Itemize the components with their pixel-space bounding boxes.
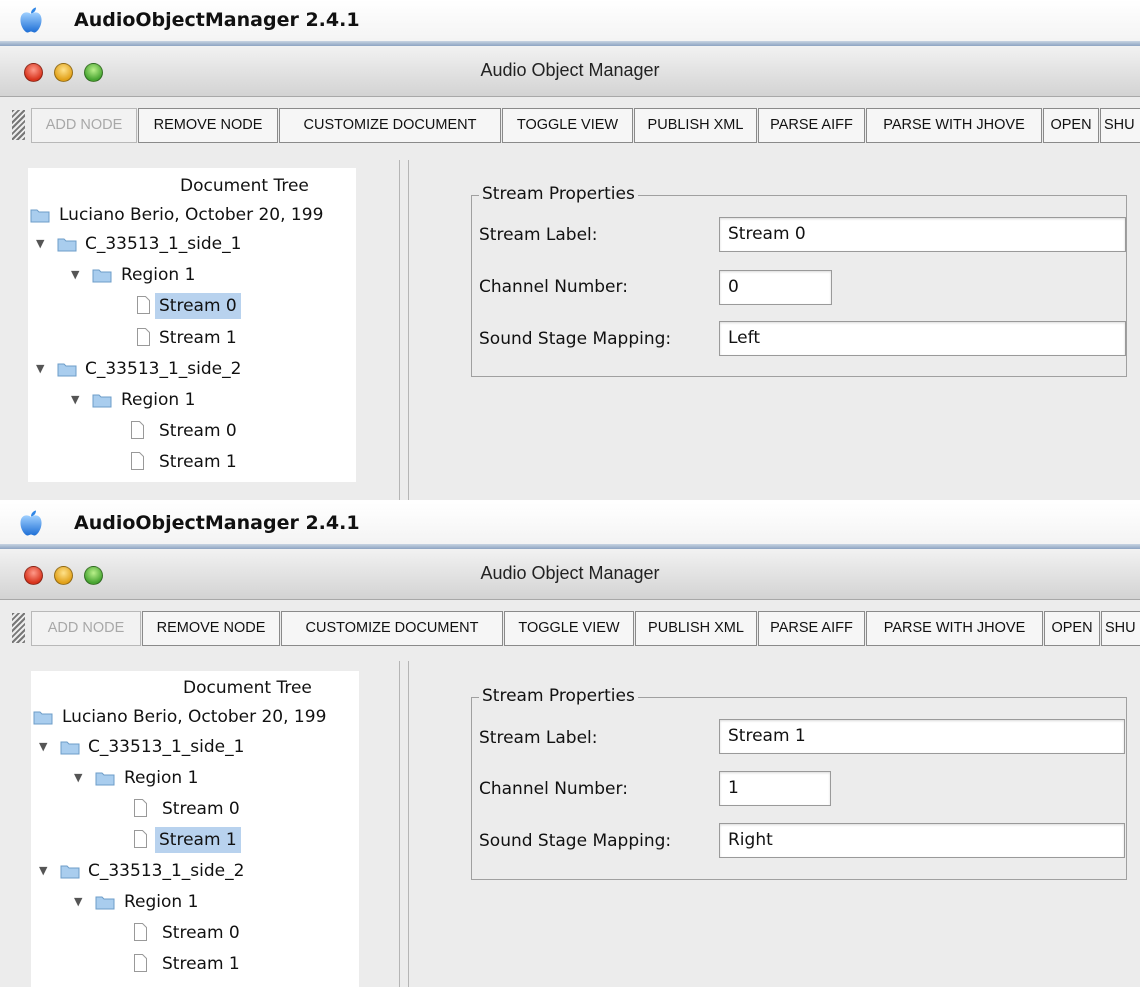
- document-icon: [137, 296, 150, 314]
- remove-node-button[interactable]: REMOVE NODE: [138, 108, 278, 143]
- tree-node-label: Stream 1: [159, 328, 237, 348]
- tree-node-label: Region 1: [121, 265, 196, 285]
- remove-node-button[interactable]: REMOVE NODE: [142, 611, 280, 646]
- split-pane-divider[interactable]: [399, 661, 409, 987]
- window-title-bar[interactable]: Audio Object Manager: [0, 46, 1140, 97]
- toolbar: ADD NODE REMOVE NODE CUSTOMIZE DOCUMENT …: [0, 97, 1140, 155]
- open-button[interactable]: OPEN: [1043, 108, 1099, 143]
- document-icon: [134, 923, 147, 941]
- folder-icon: [57, 238, 77, 252]
- folder-icon: [95, 772, 115, 786]
- folder-icon: [60, 865, 80, 879]
- folder-icon: [92, 269, 112, 283]
- tree-node-label: Stream 1: [162, 954, 240, 974]
- disclosure-triangle-icon[interactable]: ▼: [39, 858, 47, 884]
- shutdown-button[interactable]: SHU: [1101, 611, 1140, 646]
- disclosure-triangle-icon[interactable]: ▼: [36, 356, 44, 382]
- customize-document-button[interactable]: CUSTOMIZE DOCUMENT: [279, 108, 501, 143]
- shutdown-button[interactable]: SHU: [1100, 108, 1140, 143]
- menu-bar: AudioObjectManager 2.4.1: [0, 0, 1140, 46]
- tree-node-label: Stream 0: [159, 421, 237, 441]
- folder-icon: [60, 741, 80, 755]
- tree-node-label: C_33513_1_side_2: [88, 861, 245, 881]
- folder-icon: [92, 394, 112, 408]
- document-tree-heading: Document Tree: [180, 176, 309, 196]
- parse-aiff-button[interactable]: PARSE AIFF: [758, 611, 865, 646]
- add-node-button[interactable]: ADD NODE: [31, 611, 141, 646]
- channel-number-input[interactable]: 1: [719, 771, 831, 806]
- folder-icon: [57, 363, 77, 377]
- toolbar: ADD NODE REMOVE NODE CUSTOMIZE DOCUMENT …: [0, 600, 1140, 658]
- folder-icon: [33, 711, 53, 725]
- disclosure-triangle-icon[interactable]: ▼: [74, 889, 82, 915]
- tree-node-label: C_33513_1_side_1: [85, 234, 242, 254]
- tree-node-label: Region 1: [124, 892, 199, 912]
- sound-stage-mapping-input[interactable]: Left: [719, 321, 1126, 356]
- sound-stage-mapping-input[interactable]: Right: [719, 823, 1125, 858]
- tree-node-label: Luciano Berio, October 20, 199: [62, 707, 327, 727]
- tree-node-label: Stream 0: [162, 799, 240, 819]
- publish-xml-button[interactable]: PUBLISH XML: [634, 108, 757, 143]
- customize-document-button[interactable]: CUSTOMIZE DOCUMENT: [281, 611, 503, 646]
- disclosure-triangle-icon[interactable]: ▼: [71, 387, 79, 413]
- publish-xml-button[interactable]: PUBLISH XML: [635, 611, 757, 646]
- stream-properties-legend: Stream Properties: [479, 686, 638, 706]
- toolbar-grip-icon[interactable]: [12, 613, 25, 643]
- tree-node-label: Luciano Berio, October 20, 199: [59, 205, 324, 225]
- apple-logo-icon[interactable]: [18, 509, 44, 537]
- split-pane-divider[interactable]: [399, 160, 409, 500]
- folder-icon: [95, 896, 115, 910]
- document-icon: [137, 328, 150, 346]
- window-title-bar[interactable]: Audio Object Manager: [0, 549, 1140, 600]
- add-node-button[interactable]: ADD NODE: [31, 108, 137, 143]
- toggle-view-button[interactable]: TOGGLE VIEW: [502, 108, 633, 143]
- disclosure-triangle-icon[interactable]: ▼: [36, 231, 44, 257]
- stream-label-label: Stream Label:: [479, 728, 598, 748]
- document-icon: [131, 452, 144, 470]
- toolbar-grip-icon[interactable]: [12, 110, 25, 140]
- tree-node-label: Region 1: [121, 390, 196, 410]
- app-menu-title[interactable]: AudioObjectManager 2.4.1: [74, 9, 360, 31]
- toggle-view-button[interactable]: TOGGLE VIEW: [504, 611, 634, 646]
- menu-bar: AudioObjectManager 2.4.1: [0, 503, 1140, 549]
- tree-node-label-selected: Stream 1: [155, 827, 241, 853]
- tree-node-label-selected: Stream 0: [155, 293, 241, 319]
- tree-node-label: Region 1: [124, 768, 199, 788]
- disclosure-triangle-icon[interactable]: ▼: [71, 262, 79, 288]
- app-menu-title[interactable]: AudioObjectManager 2.4.1: [74, 512, 360, 534]
- document-icon: [134, 799, 147, 817]
- disclosure-triangle-icon[interactable]: ▼: [39, 734, 47, 760]
- window-title: Audio Object Manager: [480, 563, 660, 583]
- document-icon: [134, 830, 147, 848]
- parse-with-jhove-button[interactable]: PARSE WITH JHOVE: [866, 611, 1043, 646]
- sound-stage-mapping-label: Sound Stage Mapping:: [479, 831, 672, 851]
- stream-label-input[interactable]: Stream 0: [719, 217, 1126, 252]
- tree-node-label: C_33513_1_side_1: [88, 737, 245, 757]
- screenshot-2: AudioObjectManager 2.4.1 Audio Object Ma…: [0, 503, 1140, 987]
- stream-label-label: Stream Label:: [479, 225, 598, 245]
- channel-number-label: Channel Number:: [479, 277, 628, 297]
- channel-number-label: Channel Number:: [479, 779, 628, 799]
- sound-stage-mapping-label: Sound Stage Mapping:: [479, 329, 672, 349]
- apple-logo-icon[interactable]: [18, 6, 44, 34]
- document-tree-heading: Document Tree: [183, 678, 312, 698]
- stream-properties-legend: Stream Properties: [479, 184, 638, 204]
- channel-number-input[interactable]: 0: [719, 270, 832, 305]
- tree-node-label: Stream 0: [162, 923, 240, 943]
- document-icon: [131, 421, 144, 439]
- document-icon: [134, 954, 147, 972]
- window-title: Audio Object Manager: [480, 60, 660, 80]
- open-button[interactable]: OPEN: [1044, 611, 1100, 646]
- folder-icon: [30, 209, 50, 223]
- screenshot-1: AudioObjectManager 2.4.1 Audio Object Ma…: [0, 0, 1140, 500]
- stream-label-input[interactable]: Stream 1: [719, 719, 1125, 754]
- parse-aiff-button[interactable]: PARSE AIFF: [758, 108, 865, 143]
- parse-with-jhove-button[interactable]: PARSE WITH JHOVE: [866, 108, 1042, 143]
- disclosure-triangle-icon[interactable]: ▼: [74, 765, 82, 791]
- tree-node-label: Stream 1: [159, 452, 237, 472]
- tree-node-label: C_33513_1_side_2: [85, 359, 242, 379]
